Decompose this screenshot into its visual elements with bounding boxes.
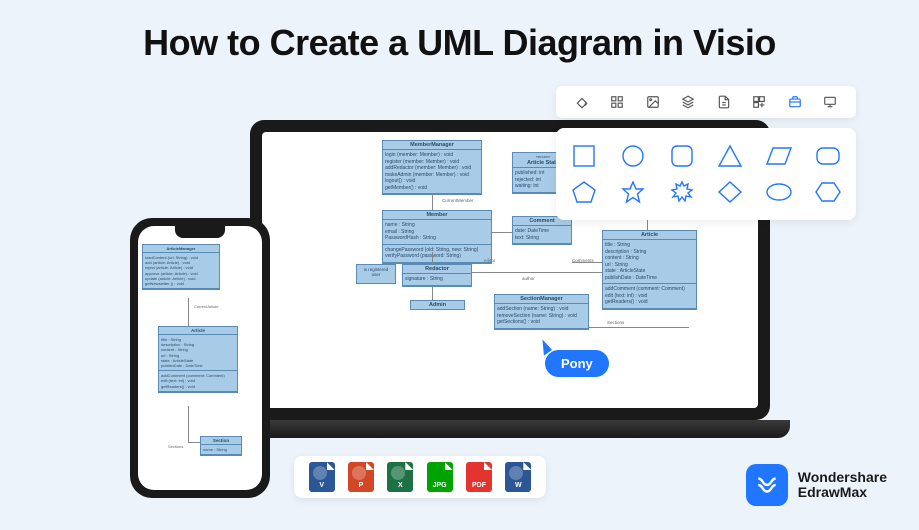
shape-burst[interactable] xyxy=(668,180,696,204)
label-sections-phone: Sections xyxy=(168,444,183,449)
shape-triangle[interactable] xyxy=(716,144,744,168)
uml-admin[interactable]: Admin xyxy=(410,300,465,310)
library-icon[interactable] xyxy=(787,94,803,110)
layers-icon[interactable] xyxy=(680,94,696,110)
uml-registered-note: is registered user xyxy=(356,264,396,284)
shapes-palette xyxy=(556,128,856,220)
uml-member-manager[interactable]: MemberManager login (member: Member) : v… xyxy=(382,140,482,195)
shape-rounded-rect[interactable] xyxy=(814,144,842,168)
label-comments: Comments xyxy=(572,258,594,263)
uml-article-manager-phone[interactable]: ArticleManager loadContent (url: String)… xyxy=(142,244,220,290)
uml-member[interactable]: Member name : String email : String Pass… xyxy=(382,210,492,264)
shape-circle[interactable] xyxy=(619,144,647,168)
label-current-article-phone: CurrentArticle xyxy=(194,304,218,309)
shape-parallelogram[interactable] xyxy=(765,144,793,168)
grid-icon[interactable] xyxy=(609,94,625,110)
fill-icon[interactable] xyxy=(574,94,590,110)
presentation-icon[interactable] xyxy=(822,94,838,110)
export-word[interactable]: W xyxy=(505,462,531,492)
shape-hexagon[interactable] xyxy=(814,180,842,204)
export-pdf[interactable]: PDF xyxy=(466,462,492,492)
toolbar xyxy=(556,86,856,118)
export-visio[interactable]: V xyxy=(309,462,335,492)
uml-article-phone[interactable]: Article title : String description : Str… xyxy=(158,326,238,393)
brand-logo-icon xyxy=(746,464,788,506)
shape-ellipse[interactable] xyxy=(765,180,793,204)
label-editor: editor xyxy=(484,258,495,263)
export-jpg[interactable]: JPG xyxy=(427,462,453,492)
phone-device: ArticleManager loadContent (url: String)… xyxy=(130,218,270,498)
export-excel[interactable]: X xyxy=(387,462,413,492)
brand: Wondershare EdrawMax xyxy=(746,464,887,506)
shape-square[interactable] xyxy=(570,144,598,168)
brand-line1: Wondershare xyxy=(798,470,887,485)
uml-section-manager[interactable]: SectionManager addSection (name: String)… xyxy=(494,294,589,330)
uml-section-phone[interactable]: Section name : String xyxy=(200,436,242,456)
components-icon[interactable] xyxy=(751,94,767,110)
uml-redactor[interactable]: Redactor signature : String xyxy=(402,264,472,287)
label-current-member: CurrentMember xyxy=(442,198,474,203)
shape-pentagon[interactable] xyxy=(570,180,598,204)
uml-comment[interactable]: Comment date: DateTime text: String xyxy=(512,216,572,245)
export-powerpoint[interactable]: P xyxy=(348,462,374,492)
label-sections: Sections xyxy=(607,320,624,325)
shape-diamond[interactable] xyxy=(716,180,744,204)
uml-article[interactable]: Article title : String description : Str… xyxy=(602,230,697,310)
image-icon[interactable] xyxy=(645,94,661,110)
collaborator-cursor: Pony xyxy=(545,350,609,377)
shape-rounded-square[interactable] xyxy=(668,144,696,168)
page-title: How to Create a UML Diagram in Visio xyxy=(0,22,919,64)
export-formats: V P X JPG PDF W xyxy=(294,456,546,498)
label-author: author xyxy=(522,276,535,281)
phone-canvas: ArticleManager loadContent (url: String)… xyxy=(138,226,262,490)
page-icon[interactable] xyxy=(716,94,732,110)
cursor-label: Pony xyxy=(545,350,609,377)
brand-line2: EdrawMax xyxy=(798,485,887,500)
shape-star[interactable] xyxy=(619,180,647,204)
